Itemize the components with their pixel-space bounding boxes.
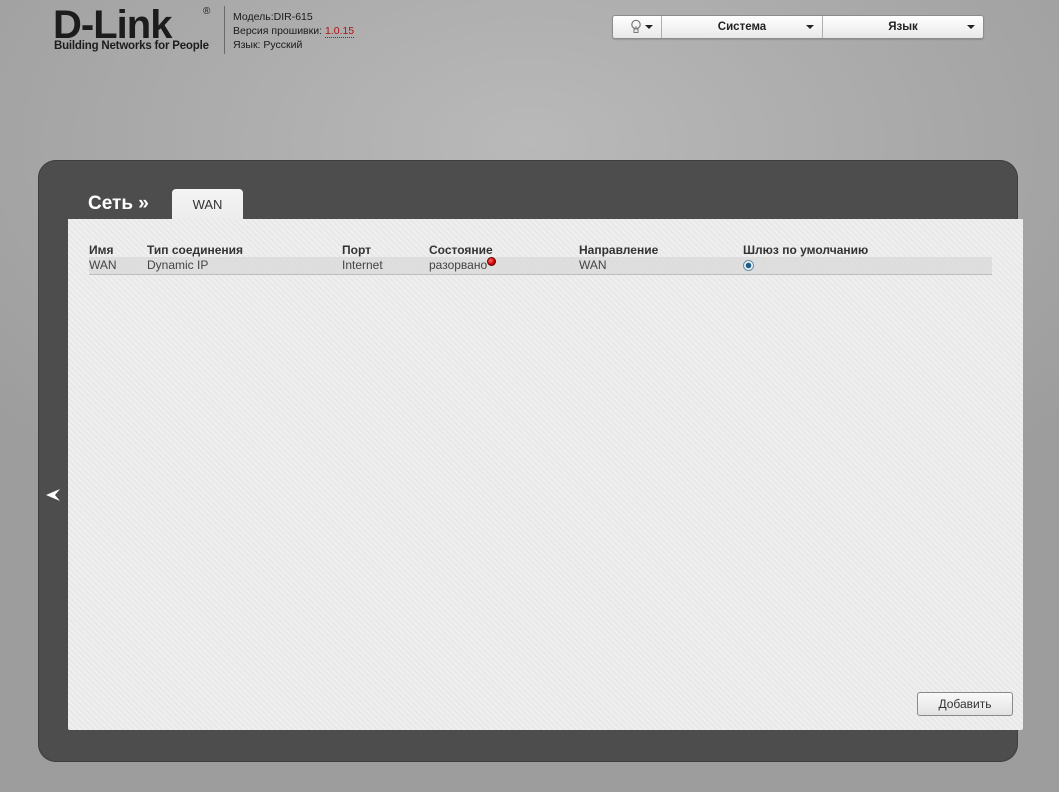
language-line: Язык: Русский — [233, 38, 354, 52]
cell-connection-type: Dynamic IP — [147, 258, 209, 272]
column-header-default-gateway: Шлюз по умолчанию — [743, 243, 869, 257]
model-value: DIR-615 — [273, 11, 313, 23]
tab-wan[interactable]: WAN — [172, 189, 243, 220]
logo-registered-mark: ® — [203, 6, 211, 17]
content-area — [68, 219, 1023, 730]
back-arrow-icon[interactable] — [44, 486, 62, 504]
page-title: Сеть » — [88, 193, 149, 214]
hint-menu-button[interactable] — [613, 16, 662, 38]
cell-state: разорвано — [429, 257, 497, 272]
device-info: Модель:DIR-615 Версия прошивки: 1.0.15 Я… — [233, 10, 355, 52]
disconnected-status-icon — [487, 257, 497, 266]
model-line: Модель:DIR-615 — [233, 10, 354, 24]
dlink-logo: D-Link ® Building Networks for People — [53, 4, 215, 56]
language-label: Язык: — [233, 39, 261, 51]
system-menu-label: Система — [717, 21, 767, 33]
column-header-direction: Направление — [579, 243, 659, 257]
firmware-version-link[interactable]: 1.0.15 — [324, 25, 355, 38]
language-menu-button[interactable]: Язык — [823, 16, 983, 38]
column-header-state: Состояние — [429, 243, 493, 257]
chevron-down-icon — [967, 25, 975, 29]
logo-tagline: Building Networks for People — [54, 40, 209, 52]
language-menu-label: Язык — [888, 21, 918, 33]
table-row[interactable]: WAN Dynamic IP Internet разорвано WAN — [89, 257, 992, 275]
tab-wan-label: WAN — [192, 197, 223, 212]
chevron-down-icon — [645, 25, 653, 29]
cell-port: Internet — [342, 258, 383, 272]
system-menu-button[interactable]: Система — [662, 16, 823, 38]
header-divider — [224, 6, 225, 54]
lightbulb-icon — [631, 19, 641, 33]
cell-state-text: разорвано — [429, 258, 488, 272]
firmware-label: Версия прошивки: — [233, 25, 323, 37]
firmware-line: Версия прошивки: 1.0.15 — [233, 24, 355, 38]
column-header-connection-type: Тип соединения — [147, 243, 244, 257]
column-header-port: Порт — [342, 243, 372, 257]
language-value: Русский — [263, 39, 303, 51]
top-menu: Система Язык — [612, 15, 984, 39]
cell-name: WAN — [89, 258, 117, 272]
cell-direction: WAN — [579, 258, 607, 272]
add-button[interactable]: Добавить — [917, 692, 1013, 716]
column-header-name: Имя — [89, 243, 114, 257]
default-gateway-radio[interactable] — [743, 260, 754, 271]
model-label: Модель: — [233, 11, 274, 23]
chevron-down-icon — [806, 25, 814, 29]
